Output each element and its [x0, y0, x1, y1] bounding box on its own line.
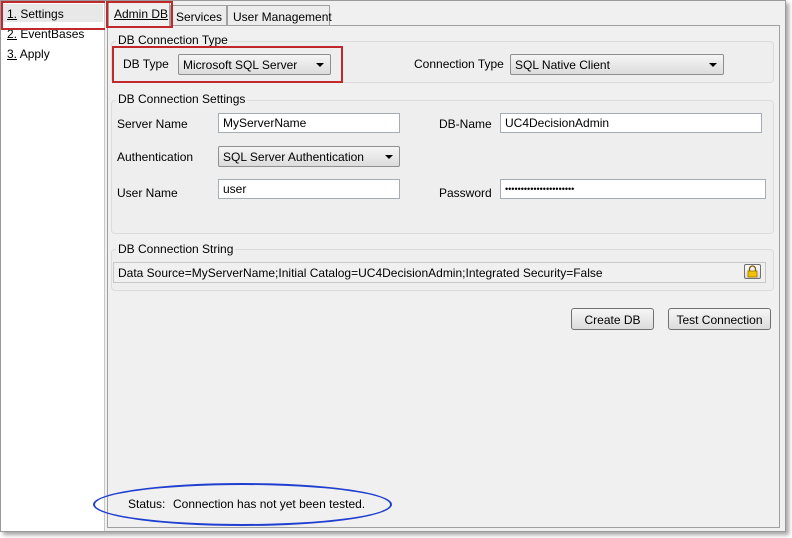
chevron-down-icon — [385, 155, 393, 159]
db-type-highlight-box — [112, 46, 343, 83]
test-connection-label: Test Connection — [676, 313, 763, 327]
status-highlight-ellipse — [93, 483, 392, 526]
sidebar-item-label: Apply — [19, 47, 50, 61]
chevron-down-icon — [709, 63, 717, 67]
tab-services[interactable]: Services — [170, 5, 227, 25]
tab-label: User Management — [233, 10, 332, 24]
db-name-input[interactable]: UC4DecisionAdmin — [500, 113, 762, 133]
connection-type-label: Connection Type — [414, 57, 504, 71]
password-label: Password — [439, 186, 492, 200]
db-connection-settings-title: DB Connection Settings — [116, 92, 248, 106]
authentication-value: SQL Server Authentication — [223, 150, 364, 164]
settings-highlight-box — [1, 1, 108, 30]
db-name-label: DB-Name — [439, 117, 492, 131]
connection-type-select[interactable]: SQL Native Client — [510, 54, 724, 75]
user-name-input[interactable]: user — [218, 179, 400, 199]
sidebar-item-apply[interactable]: 3. Apply — [7, 47, 50, 61]
admin-db-highlight-box — [106, 1, 173, 28]
create-db-label: Create DB — [584, 313, 641, 327]
db-connection-string-title: DB Connection String — [116, 242, 236, 256]
sidebar: 1. Settings 2. EventBases 3. Apply — [1, 1, 105, 531]
lock-toggle-button[interactable] — [744, 264, 761, 279]
connection-string-field[interactable]: Data Source=MyServerName;Initial Catalog… — [113, 262, 766, 283]
password-input[interactable]: •••••••••••••••••••••• — [500, 179, 766, 199]
authentication-select[interactable]: SQL Server Authentication — [218, 146, 400, 167]
connection-type-value: SQL Native Client — [515, 58, 610, 72]
db-connection-type-title: DB Connection Type — [116, 33, 230, 47]
tab-user-management[interactable]: User Management — [227, 5, 332, 25]
create-db-button[interactable]: Create DB — [571, 308, 654, 330]
lock-icon — [747, 265, 758, 278]
user-name-label: User Name — [117, 186, 178, 200]
test-connection-button[interactable]: Test Connection — [668, 308, 771, 330]
server-name-input[interactable]: MyServerName — [218, 113, 400, 133]
server-name-label: Server Name — [117, 117, 188, 131]
authentication-label: Authentication — [117, 150, 194, 164]
sidebar-item-number: 3. — [7, 47, 18, 61]
tab-label: Services — [176, 10, 223, 24]
